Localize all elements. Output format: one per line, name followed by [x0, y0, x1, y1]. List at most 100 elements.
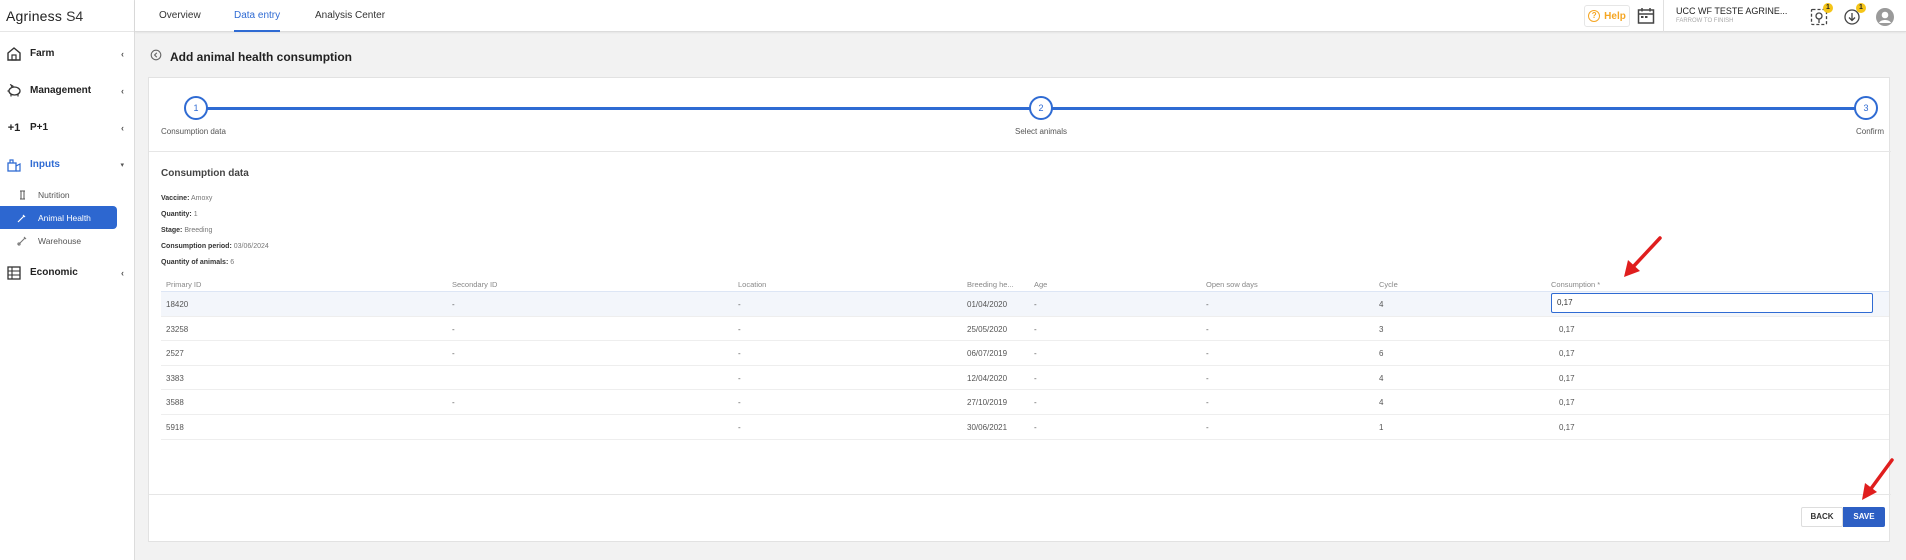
table-row[interactable]: 3383 - 12/04/2020 - - 4 0,17	[161, 366, 1889, 391]
question-icon: ?	[1588, 10, 1601, 22]
vaccine-label: Vaccine:	[161, 195, 190, 202]
period-value: 03/06/2024	[233, 243, 269, 250]
tab-analysis-center[interactable]: Analysis Center	[315, 0, 385, 32]
divider	[1663, 0, 1664, 32]
content-card: 1 Consumption data 2 Select animals 3 Co…	[148, 77, 1891, 542]
annotation-arrow-icon	[1624, 236, 1662, 277]
nutrition-icon	[16, 190, 28, 200]
section-title: Consumption data	[161, 168, 249, 179]
sidebar-subitem-warehouse[interactable]: Warehouse	[0, 229, 134, 252]
table-cell: -	[1206, 422, 1209, 432]
table-row[interactable]: 23258 - - 25/05/2020 - - 3 0,17	[161, 317, 1889, 342]
table-body: 18420 - - 01/04/2020 - - 4 0,17 23258 - - 25/05/202…	[161, 292, 1889, 440]
sidebar-item-label: Management	[30, 85, 92, 96]
consumption-input[interactable]: 0,17	[1551, 293, 1873, 313]
table-cell: 3	[1379, 324, 1384, 334]
column-header[interactable]: Location	[738, 280, 766, 289]
table-cell: 2527	[166, 349, 184, 359]
table-cell: -	[738, 324, 741, 334]
farm-name: UCC WF TESTE AGRINE...	[1676, 6, 1788, 16]
table-cell: -	[1206, 373, 1209, 383]
animals-value: 6	[230, 259, 235, 266]
back-button[interactable]: BACK	[1801, 507, 1843, 527]
plus-one-icon: +1	[7, 121, 21, 134]
sidebar-item-management[interactable]: Management ‹	[0, 72, 134, 109]
inputs-icon	[6, 157, 22, 173]
table-cell: -	[738, 398, 741, 408]
column-header[interactable]: Open sow days	[1206, 280, 1258, 289]
step-3-label: Confirm	[1856, 127, 1885, 136]
avatar[interactable]	[1874, 6, 1896, 28]
step-3-circle[interactable]: 3	[1854, 96, 1878, 120]
table-row[interactable]: 18420 - - 01/04/2020 - - 4 0,17	[161, 292, 1889, 317]
step-1-circle[interactable]: 1	[184, 96, 208, 120]
column-header[interactable]: Age	[1034, 280, 1047, 289]
farm-selector[interactable]: UCC WF TESTE AGRINE... FARROW TO FINISH	[1676, 6, 1806, 24]
brand-logo[interactable]: Agriness S4	[0, 0, 134, 32]
table-cell: 06/07/2019	[967, 349, 1008, 359]
sidebar-subitem-nutrition[interactable]: Nutrition	[0, 183, 134, 206]
table-cell: -	[1206, 398, 1209, 408]
sidebar-item-farm[interactable]: Farm ‹	[0, 35, 134, 72]
table-cell: 30/06/2021	[967, 422, 1008, 432]
farm-house-icon	[6, 46, 22, 62]
table-cell: 4	[1379, 398, 1384, 408]
sidebar-item-label: Inputs	[30, 159, 60, 170]
column-header[interactable]: Consumption *	[1551, 280, 1600, 289]
vaccine-info: Vaccine: Amoxy	[161, 195, 212, 202]
table-row[interactable]: 3588 - - 27/10/2019 - - 4 0,17	[161, 390, 1889, 415]
sidebar-item-inputs[interactable]: Inputs ▾	[0, 146, 134, 183]
calendar-icon[interactable]	[1636, 6, 1656, 26]
top-bar: Overview Data entry Analysis Center ? He…	[135, 0, 1906, 32]
table-cell: -	[1206, 300, 1209, 309]
step-2-label: Select animals	[1015, 127, 1068, 136]
consumption-value[interactable]: 0,17	[1559, 423, 1575, 432]
page-header: Add animal health consumption	[150, 48, 352, 66]
table-cell: 4	[1379, 300, 1384, 309]
table-cell: 3383	[166, 373, 184, 383]
column-header[interactable]: Secondary ID	[452, 280, 497, 289]
app-root: AgrinessS4 Farm ‹ Management ‹ +1 P+1 ‹	[0, 0, 1906, 560]
upload-status-button[interactable]: 1	[1808, 3, 1833, 28]
table-cell: 01/04/2020	[967, 300, 1008, 309]
step-2-circle[interactable]: 2	[1029, 96, 1053, 120]
sidebar-subitem-label: Animal Health	[38, 212, 91, 223]
sidebar-item-p1[interactable]: +1 P+1 ‹	[0, 109, 134, 146]
chevron-left-icon: ‹	[121, 123, 124, 133]
notification-badge: 1	[1823, 3, 1833, 13]
column-header[interactable]: Cycle	[1379, 280, 1398, 289]
stage-value: Breeding	[184, 227, 213, 234]
table-cell: -	[452, 398, 455, 408]
column-header[interactable]: Breeding he...	[967, 280, 1014, 289]
tab-data-entry[interactable]: Data entry	[234, 0, 281, 32]
stage-info: Stage: Breeding	[161, 227, 212, 234]
table-row[interactable]: 5918 - 30/06/2021 - - 1 0,17	[161, 415, 1889, 440]
table-cell: 5918	[166, 422, 184, 432]
help-button[interactable]: ? Help	[1584, 5, 1630, 27]
farm-type: FARROW TO FINISH	[1676, 18, 1734, 24]
table-row[interactable]: 2527 - - 06/07/2019 - - 6 0,17	[161, 341, 1889, 366]
table-cell: -	[1034, 300, 1037, 309]
consumption-value[interactable]: 0,17	[1559, 398, 1575, 407]
sidebar-subitem-label: Nutrition	[38, 189, 70, 200]
consumption-value[interactable]: 0,17	[1559, 349, 1575, 358]
table-cell: -	[738, 373, 741, 383]
download-status-button[interactable]: 1	[1841, 3, 1866, 28]
tab-overview[interactable]: Overview	[159, 0, 201, 32]
column-header[interactable]: Primary ID	[166, 280, 201, 289]
table-cell: -	[1034, 422, 1037, 432]
period-info: Consumption period: 03/06/2024	[161, 243, 269, 250]
quantity-value: 1	[193, 211, 198, 218]
table-cell: -	[452, 300, 455, 309]
consumption-value[interactable]: 0,17	[1559, 374, 1575, 383]
sidebar-item-label: Farm	[30, 48, 55, 59]
back-circle-icon[interactable]	[150, 48, 162, 66]
consumption-value[interactable]: 0,17	[1559, 325, 1575, 334]
table-cell: -	[1034, 373, 1037, 383]
sidebar-item-economic[interactable]: Economic ‹	[0, 254, 134, 291]
save-button[interactable]: SAVE	[1843, 507, 1885, 527]
brand-name: Agriness	[6, 7, 63, 24]
sidebar-item-label: Economic	[30, 267, 78, 278]
sidebar-subitem-animal-health[interactable]: Animal Health	[0, 206, 117, 229]
stage-label: Stage:	[161, 227, 183, 234]
